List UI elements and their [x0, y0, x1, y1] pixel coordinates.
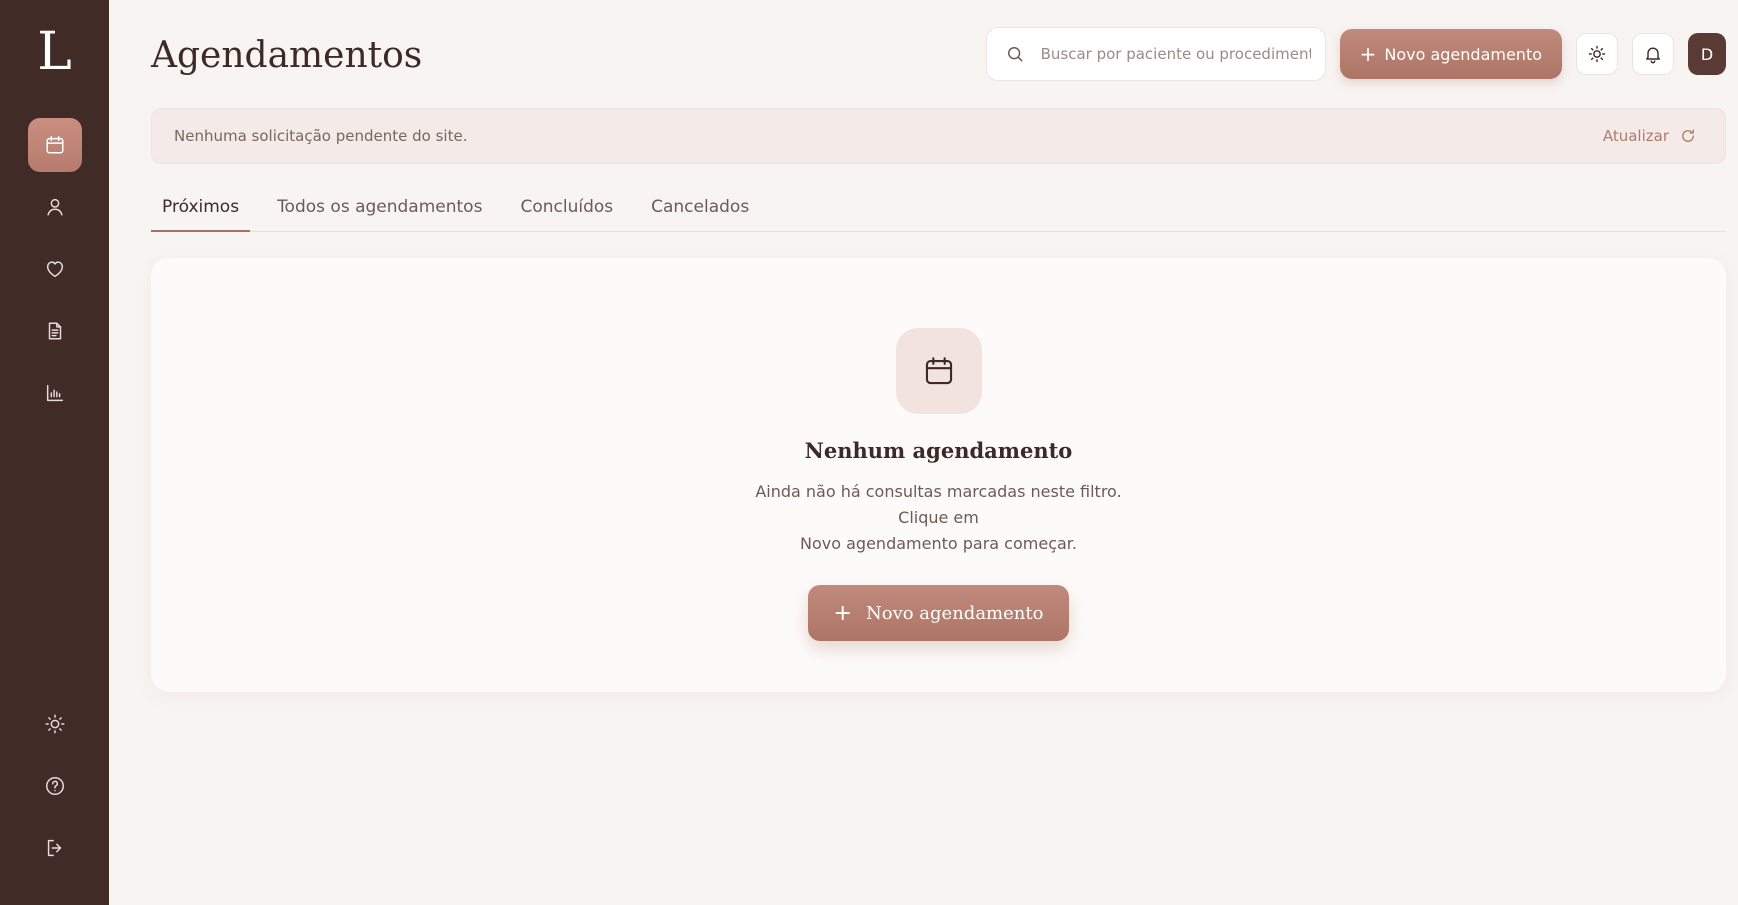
plus-icon: +	[833, 600, 852, 626]
plus-icon: +	[1359, 42, 1377, 66]
pending-requests-banner: Nenhuma solicitação pendente do site. At…	[151, 108, 1726, 164]
tabs: Próximos Todos os agendamentos Concluído…	[151, 190, 1726, 232]
sidebar-help[interactable]	[28, 759, 82, 813]
help-icon	[45, 777, 64, 795]
avatar[interactable]: D	[1688, 33, 1726, 75]
search-box[interactable]	[985, 27, 1326, 81]
calendar-icon	[45, 136, 64, 154]
empty-state-icon-wrapper	[895, 328, 982, 414]
tab-concluidos[interactable]: Concluídos	[509, 197, 624, 231]
refresh-icon	[1682, 129, 1694, 142]
sidebar-item-procedimentos[interactable]	[28, 242, 82, 296]
sidebar-item-agendamentos[interactable]	[27, 118, 82, 172]
sidebar-item-documentos[interactable]	[28, 304, 82, 358]
sidebar-theme-toggle[interactable]	[28, 697, 82, 751]
new-appointment-label: Novo agendamento	[1384, 44, 1542, 64]
main-content: Agendamentos + Novo agendamento D	[109, 0, 1738, 905]
empty-state-line-1: Ainda não há consultas marcadas neste fi…	[755, 482, 1122, 527]
notifications-button[interactable]	[1632, 33, 1674, 75]
bell-icon	[1646, 47, 1660, 64]
logout-icon	[47, 839, 61, 857]
sidebar-nav	[27, 118, 82, 420]
heart-icon	[46, 261, 63, 278]
calendar-icon	[925, 357, 952, 385]
user-icon	[46, 198, 63, 216]
sun-icon	[1588, 45, 1606, 63]
sidebar-bottom	[28, 697, 82, 875]
pending-requests-text: Nenhuma solicitação pendente do site.	[174, 127, 468, 145]
topbar: Agendamentos + Novo agendamento D	[151, 0, 1726, 108]
tab-todos[interactable]: Todos os agendamentos	[266, 197, 493, 231]
sidebar-item-relatorios[interactable]	[28, 366, 82, 420]
sun-icon	[45, 714, 64, 734]
empty-state-line-2: Novo agendamento para começar.	[800, 534, 1077, 553]
page-title: Agendamentos	[151, 34, 423, 76]
app: L Agendamentos Buscar por paciente ou pr…	[0, 0, 1738, 905]
new-appointment-button[interactable]: + Novo agendamento	[1339, 29, 1562, 79]
sidebar-logout[interactable]	[28, 821, 82, 875]
refresh-label: Atualizar	[1602, 127, 1669, 145]
chart-icon	[46, 384, 63, 402]
empty-state-title: Nenhum agendamento	[804, 438, 1073, 463]
sidebar-item-pacientes[interactable]	[28, 180, 82, 234]
tab-proximos[interactable]: Próximos	[151, 197, 251, 232]
topbar-actions: + Novo agendamento D	[985, 27, 1726, 81]
document-icon	[48, 322, 61, 340]
empty-state-description: Ainda não há consultas marcadas neste fi…	[729, 479, 1149, 557]
theme-toggle-button[interactable]	[1576, 33, 1618, 75]
sidebar: L	[0, 0, 109, 905]
refresh-button[interactable]: Atualizar	[1603, 127, 1697, 145]
search-icon	[1007, 47, 1023, 62]
empty-state-card: Nenhum agendamento Ainda não há consulta…	[151, 258, 1726, 692]
empty-state-new-appointment-button[interactable]: + Novo agendamento	[807, 585, 1070, 641]
logo: L	[37, 22, 72, 82]
empty-state-button-label: Novo agendamento	[865, 602, 1044, 624]
search-input[interactable]	[1040, 45, 1311, 63]
tab-cancelados[interactable]: Cancelados	[640, 197, 760, 231]
